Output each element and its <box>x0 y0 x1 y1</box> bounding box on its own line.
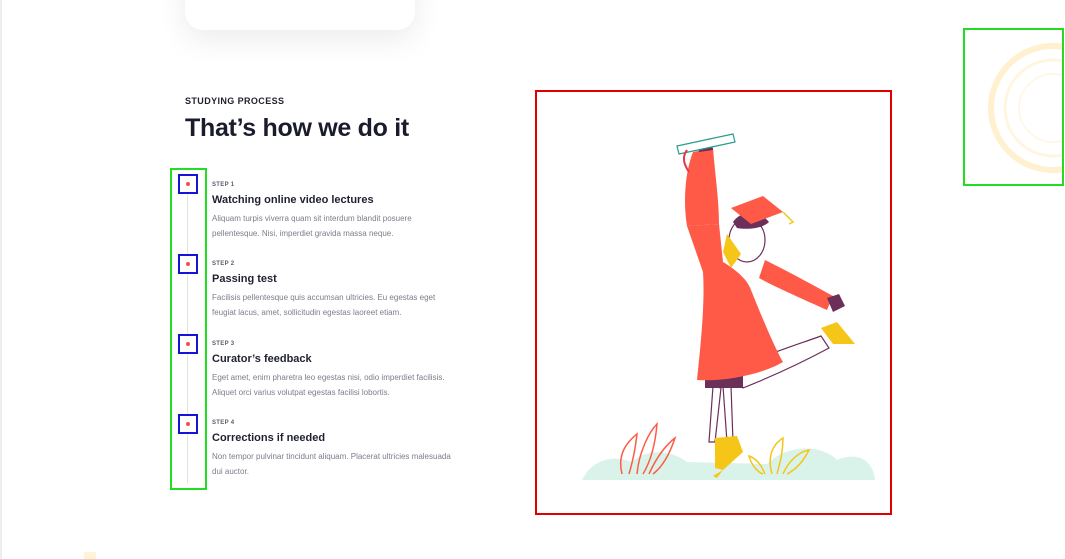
step-1-dot-icon <box>186 182 190 186</box>
step-2-dot-icon <box>186 262 190 266</box>
page-left-edge <box>0 0 2 559</box>
concentric-circles-decoration-icon <box>988 43 1062 173</box>
step-description: Eget amet, enim pharetra leo egestas nis… <box>212 373 445 397</box>
floating-card-shadow <box>185 0 415 30</box>
step-title: Curator’s feedback <box>212 353 312 365</box>
illustration-frame <box>535 90 892 515</box>
step-2-marker[interactable] <box>178 254 198 274</box>
step-description: Facilisis pellentesque quis accumsan ult… <box>212 293 436 317</box>
decoration-frame <box>963 28 1064 186</box>
step-title: Corrections if needed <box>212 432 326 444</box>
step-label: STEP 4 <box>212 420 235 426</box>
bottom-decoration <box>84 552 96 559</box>
step-item: STEP 3 Curator’s feedback Eget amet, eni… <box>212 340 462 400</box>
step-1-marker[interactable] <box>178 174 198 194</box>
step-3-dot-icon <box>186 342 190 346</box>
step-description: Aliquam turpis viverra quam sit interdum… <box>212 214 412 238</box>
step-item: STEP 2 Passing test Facilisis pellentesq… <box>212 260 462 320</box>
step-title: Watching online video lectures <box>212 194 374 206</box>
step-label: STEP 3 <box>212 341 235 347</box>
step-label: STEP 2 <box>212 261 235 267</box>
step-title: Passing test <box>212 273 277 285</box>
section-eyebrow: STUDYING PROCESS <box>185 96 285 106</box>
step-item: STEP 1 Watching online video lectures Al… <box>212 181 462 241</box>
step-4-marker[interactable] <box>178 414 198 434</box>
section-title: That’s how we do it <box>185 114 409 142</box>
steps-timeline <box>170 168 207 490</box>
graduate-celebrating-illustration-icon <box>582 133 875 480</box>
step-item: STEP 4 Corrections if needed Non tempor … <box>212 419 462 479</box>
step-label: STEP 1 <box>212 182 235 188</box>
step-4-dot-icon <box>186 422 190 426</box>
step-description: Non tempor pulvinar tincidunt aliquam. P… <box>212 452 451 476</box>
step-3-marker[interactable] <box>178 334 198 354</box>
